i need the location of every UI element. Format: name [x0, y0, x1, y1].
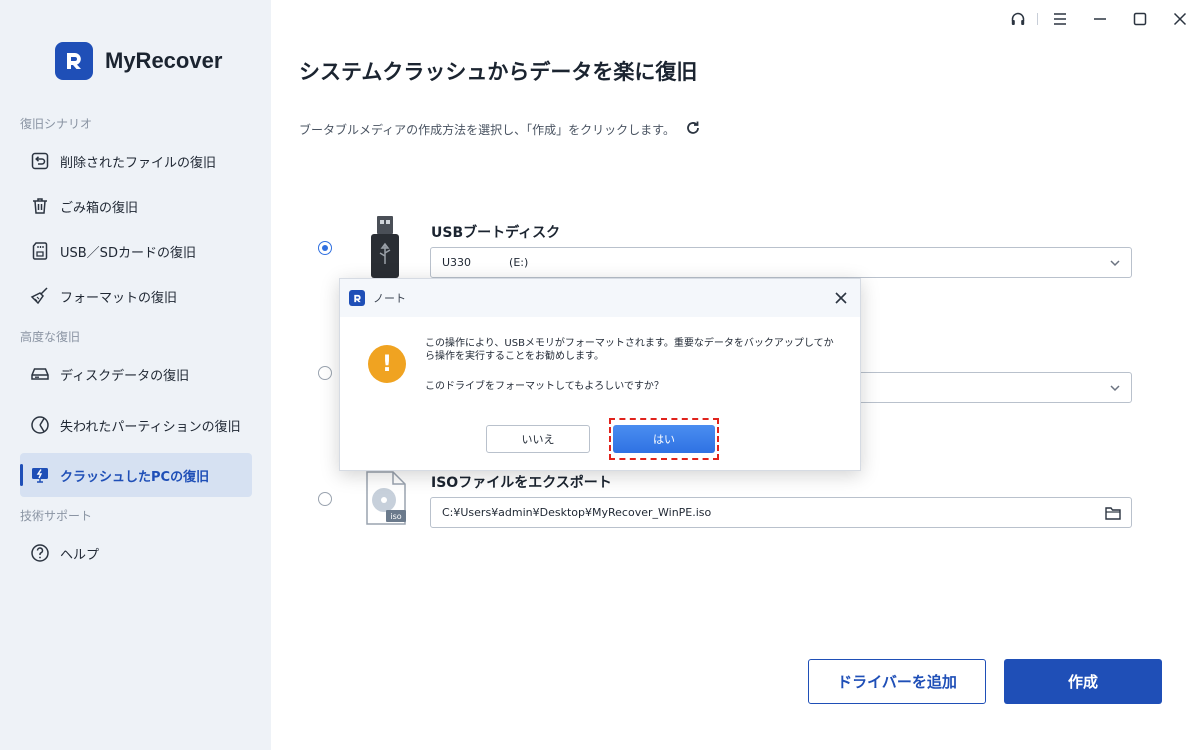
- usb-drive-icon: [368, 214, 402, 282]
- sidebar-item-label: ごみ箱の復旧: [60, 200, 139, 216]
- sidebar-item-label: ヘルプ: [60, 547, 100, 563]
- iso-option-label: ISOファイルをエクスポート: [431, 475, 612, 491]
- sidebar-item-format[interactable]: フォーマットの復旧: [20, 274, 252, 318]
- close-window-icon[interactable]: [1160, 0, 1200, 38]
- section-title-advanced: 高度な復旧: [20, 330, 81, 344]
- refresh-icon[interactable]: [685, 120, 701, 139]
- sidebar-item-label: 失われたパーティションの復旧: [60, 419, 241, 435]
- app-name: MyRecover: [105, 48, 223, 73]
- sidebar-item-deleted-files[interactable]: 削除されたファイルの復旧: [20, 139, 252, 183]
- no-button[interactable]: いいえ: [486, 425, 590, 453]
- sidebar-item-label: ディスクデータの復旧: [60, 368, 190, 384]
- sidebar-item-recycle-bin[interactable]: ごみ箱の復旧: [20, 184, 252, 228]
- chevron-down-icon: [1109, 257, 1121, 272]
- page-title: システムクラッシュからデータを楽に復旧: [299, 60, 698, 84]
- sidebar-item-lost-partition[interactable]: 失われたパーティションの復旧: [20, 403, 252, 447]
- usb-drive-letter: (E:): [509, 256, 529, 269]
- folder-icon[interactable]: [1105, 506, 1121, 523]
- usb-option-label: USBブートディスク: [431, 225, 561, 241]
- svg-text:iso: iso: [390, 512, 401, 521]
- format-confirm-dialog: ノート ! この操作により、USBメモリがフォーマットされます。重要なデータをバ…: [339, 278, 861, 471]
- titlebar-divider: [1037, 13, 1038, 25]
- sidebar-item-usb-sd[interactable]: USB／SDカードの復旧: [20, 229, 252, 273]
- section-title-support: 技術サポート: [20, 509, 93, 523]
- dialog-header: ノート: [340, 279, 860, 317]
- undo-file-icon: [29, 150, 51, 172]
- support-headset-icon[interactable]: [1001, 0, 1035, 38]
- brand: MyRecover: [55, 42, 222, 80]
- yes-button-highlight: はい: [609, 418, 719, 460]
- sidebar-item-disk-data[interactable]: ディスクデータの復旧: [20, 352, 252, 396]
- dialog-title: ノート: [373, 292, 406, 305]
- sidebar-item-label: クラッシュしたPCの復旧: [60, 469, 210, 485]
- sidebar-item-label: フォーマットの復旧: [60, 290, 178, 306]
- trash-icon: [29, 195, 51, 217]
- minimize-icon[interactable]: [1080, 0, 1120, 38]
- menu-icon[interactable]: [1040, 0, 1080, 38]
- disk-icon: [29, 363, 51, 385]
- app-logo-icon: [55, 42, 93, 80]
- window-titlebar: [1001, 0, 1200, 38]
- sidebar-item-crashed-pc[interactable]: クラッシュしたPCの復旧: [20, 453, 252, 497]
- usb-drive-select[interactable]: U330 (E:): [430, 247, 1132, 278]
- help-icon: [29, 542, 51, 564]
- usb-option-radio[interactable]: [318, 241, 332, 255]
- partition-icon: [29, 414, 51, 436]
- dialog-app-logo-icon: [349, 290, 365, 306]
- sidebar-item-label: 削除されたファイルの復旧: [60, 155, 217, 171]
- create-button[interactable]: 作成: [1004, 659, 1162, 704]
- chevron-down-icon: [1109, 382, 1121, 397]
- yes-button[interactable]: はい: [613, 425, 715, 453]
- iso-path-field[interactable]: C:¥Users¥admin¥Desktop¥MyRecover_WinPE.i…: [430, 497, 1132, 528]
- option-2-radio[interactable]: [318, 366, 332, 380]
- iso-option-radio[interactable]: [318, 492, 332, 506]
- iso-path-text: C:¥Users¥admin¥Desktop¥MyRecover_WinPE.i…: [442, 506, 712, 519]
- broom-icon: [29, 285, 51, 307]
- maximize-icon[interactable]: [1120, 0, 1160, 38]
- crashed-pc-icon: [29, 464, 51, 486]
- description-text: ブータブルメディアの作成方法を選択し、「作成」をクリックします。: [299, 123, 675, 137]
- usb-device-name: U330: [442, 256, 472, 269]
- sd-card-icon: [29, 240, 51, 262]
- iso-file-icon: iso: [364, 470, 408, 530]
- close-icon[interactable]: [832, 289, 850, 307]
- page-description: ブータブルメディアの作成方法を選択し、「作成」をクリックします。: [299, 120, 701, 139]
- add-driver-button[interactable]: ドライバーを追加: [808, 659, 986, 704]
- section-title-scenarios: 復旧シナリオ: [20, 117, 93, 131]
- sidebar-item-label: USB／SDカードの復旧: [60, 245, 196, 261]
- warning-icon: !: [368, 345, 406, 383]
- sidebar: MyRecover 復旧シナリオ 削除されたファイルの復旧 ごみ箱の復旧 USB…: [0, 0, 271, 750]
- dialog-message: この操作により、USBメモリがフォーマットされます。重要なデータをバックアップし…: [425, 338, 834, 362]
- dialog-question: このドライブをフォーマットしてもよろしいですか？: [425, 381, 664, 392]
- sidebar-item-help[interactable]: ヘルプ: [20, 531, 252, 575]
